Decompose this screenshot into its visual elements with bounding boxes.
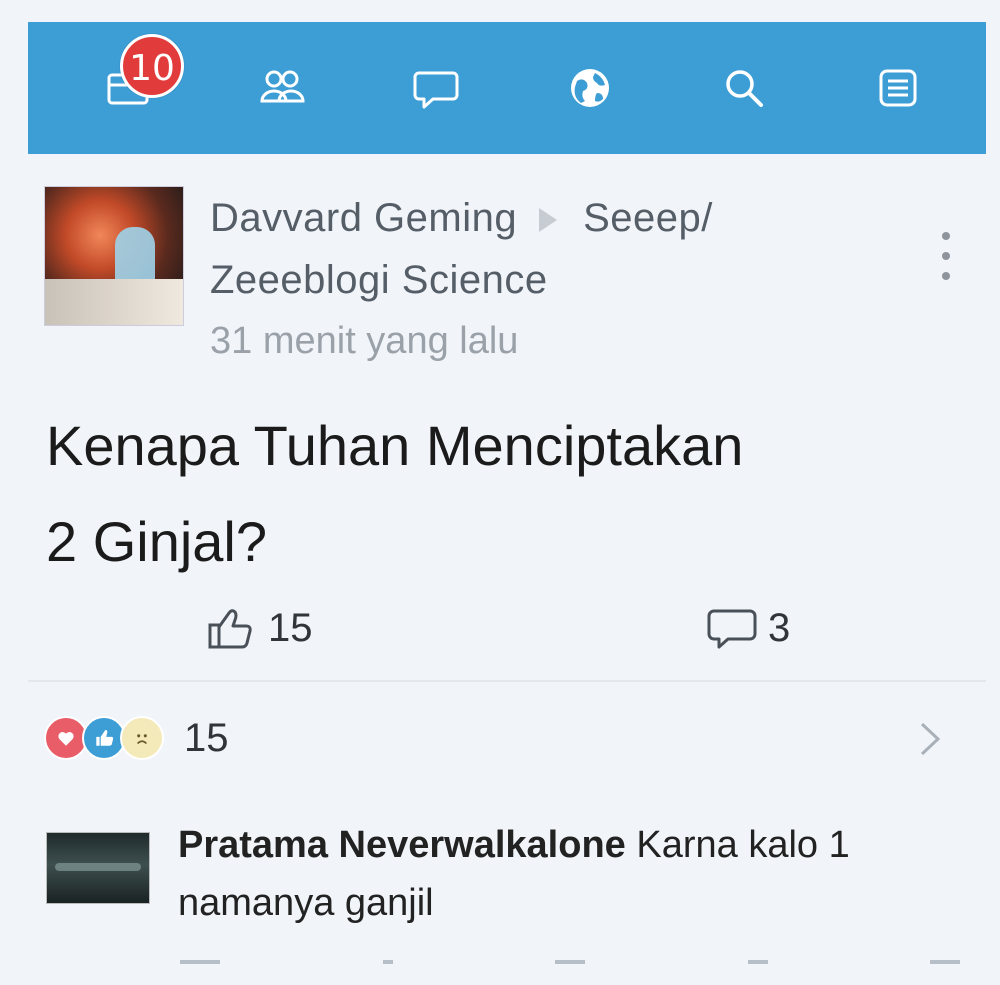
dot-icon <box>942 232 950 240</box>
comment-text-part-2: namanya ganjil <box>178 882 434 924</box>
post-title: Kenapa Tuhan Menciptakan 2 Ginjal? <box>46 398 946 590</box>
post-title-line-2: 2 Ginjal? <box>46 510 268 573</box>
comment-button[interactable]: 3 <box>706 588 790 668</box>
globe-icon <box>571 69 609 107</box>
comment-text-part-1: Karna kalo 1 <box>625 824 850 866</box>
menu-icon <box>879 69 917 107</box>
nav-friends[interactable] <box>252 58 312 118</box>
friends-icon <box>260 70 305 103</box>
avatar-stripe <box>45 279 183 325</box>
message-icon <box>413 71 459 109</box>
nav-globe[interactable] <box>560 58 620 118</box>
author-avatar[interactable] <box>44 186 184 326</box>
commenter-name[interactable]: Pratama Neverwalkalone <box>178 824 626 866</box>
notifications-badge: 10 <box>120 34 184 98</box>
post-time: 31 menit yang lalu <box>210 320 519 362</box>
group-name[interactable]: Seeep/ <box>583 196 713 240</box>
sad-reaction-icon <box>120 716 164 760</box>
comment-icon <box>707 609 757 649</box>
dot-icon <box>942 272 950 280</box>
next-comment-cutoff <box>180 960 960 966</box>
search-icon <box>726 70 763 107</box>
top-navbar: 10 <box>28 22 986 154</box>
thumbs-up-icon <box>208 609 252 649</box>
nav-menu[interactable] <box>868 58 928 118</box>
nav-messages[interactable] <box>406 58 466 118</box>
like-button[interactable]: 15 <box>206 588 313 668</box>
like-count: 15 <box>268 605 313 650</box>
reactions-summary[interactable]: 15 <box>44 708 944 768</box>
chevron-right-icon[interactable] <box>910 716 950 762</box>
comment: Pratama Neverwalkalone Karna kalo 1 nama… <box>178 816 968 932</box>
group-name-continued[interactable]: Zeeeblogi Science <box>210 258 548 303</box>
app-frame: 10 Davvard Geming Seeep/ Zeeeblogi Scien… <box>0 0 1000 985</box>
comment-count: 3 <box>768 605 791 650</box>
right-arrow-icon <box>539 208 558 233</box>
nav-notifications[interactable]: 10 <box>98 34 184 118</box>
post-actions: 15 3 <box>28 588 986 668</box>
divider <box>28 680 986 682</box>
post-title-line-1: Kenapa Tuhan Menciptakan <box>46 414 744 477</box>
author-name[interactable]: Davvard Geming <box>210 196 517 240</box>
commenter-avatar[interactable] <box>46 832 150 904</box>
author-line: Davvard Geming Seeep/ <box>210 196 713 241</box>
more-options-button[interactable] <box>928 226 964 286</box>
dot-icon <box>942 252 950 260</box>
reactions-count: 15 <box>184 715 229 760</box>
nav-search[interactable] <box>714 58 774 118</box>
post-header: Davvard Geming Seeep/ Zeeeblogi Science 3… <box>44 186 964 376</box>
avatar-figure <box>115 227 155 287</box>
